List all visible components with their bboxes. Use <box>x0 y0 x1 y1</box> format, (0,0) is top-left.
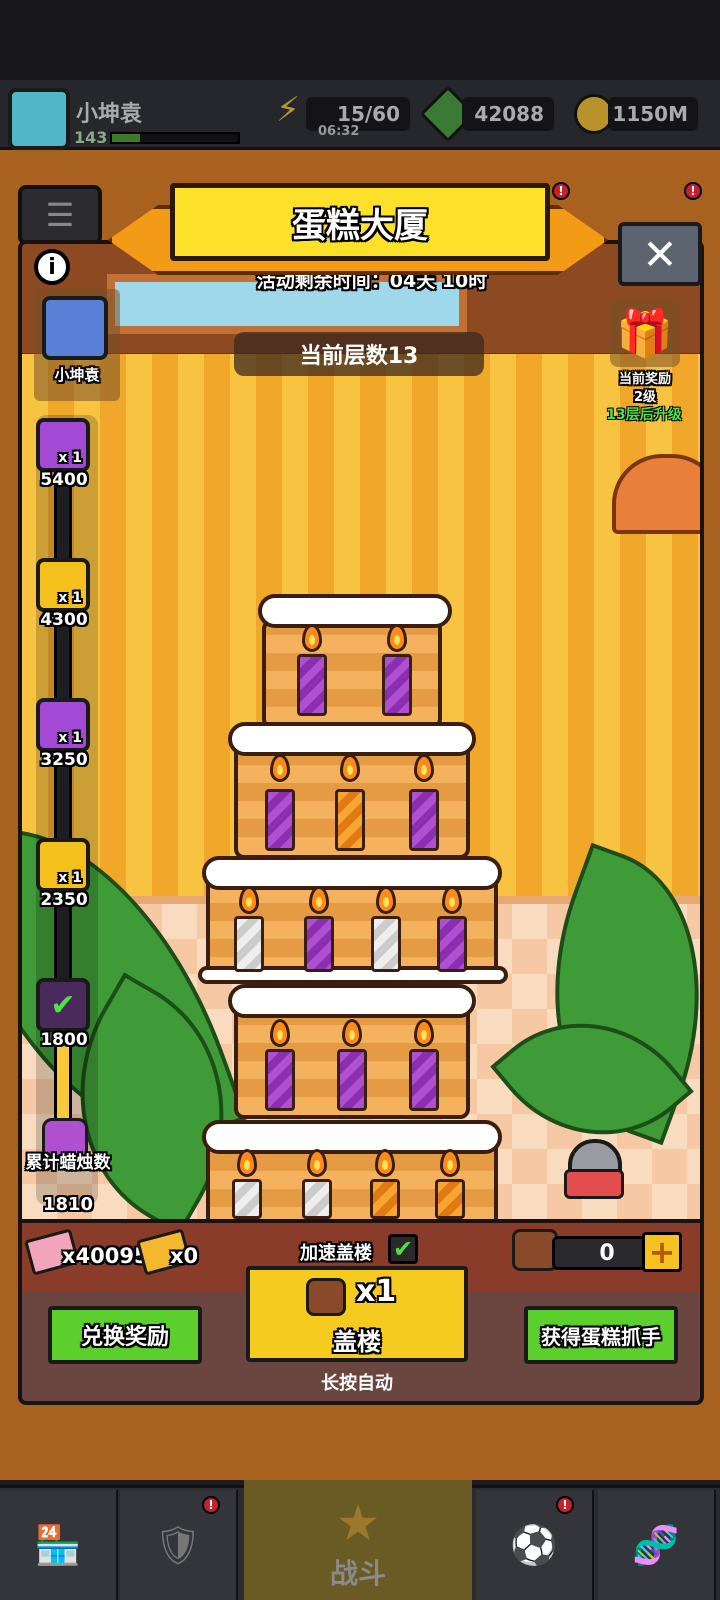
notification-badge: ! <box>684 182 702 200</box>
reward-value: 2350 <box>40 890 88 910</box>
candle-white <box>234 916 264 972</box>
reward-card-4300[interactable]: x 1 <box>36 558 90 612</box>
candle-orange <box>370 1179 400 1219</box>
current-floor: 当前层数13 <box>234 332 484 376</box>
flame <box>302 624 322 652</box>
gem-counter: 42088 <box>462 97 554 131</box>
flame <box>414 1019 434 1047</box>
energy-icon[interactable]: ⚡ <box>276 90 310 132</box>
candle-purple <box>437 916 467 972</box>
close-button[interactable]: ✕ <box>618 222 702 286</box>
cake-icing-2 <box>228 722 476 756</box>
candle-purple <box>409 1049 439 1111</box>
info-icon[interactable]: i <box>34 249 70 285</box>
build-grabber-icon <box>306 1278 346 1316</box>
energy-timer: 06:32 <box>318 124 360 139</box>
coin-counter: 1150M <box>608 97 698 131</box>
cake-icing-4 <box>228 984 476 1018</box>
notification-badge: ! <box>202 1496 220 1514</box>
reward-value: 3250 <box>40 750 88 770</box>
candle-purple <box>265 789 295 851</box>
ticket-gold-count: x0 <box>170 1244 199 1268</box>
candle-white <box>232 1179 262 1219</box>
reward-chest-3250[interactable]: x 1 <box>36 698 90 752</box>
build-multiplier: x1 <box>356 1274 397 1309</box>
candle-purple <box>382 654 412 716</box>
nav-shop-icon[interactable]: 🏪 <box>0 1490 118 1600</box>
xp-bar <box>110 132 240 144</box>
exchange-reward-button[interactable]: 兑换奖励 <box>48 1306 202 1364</box>
current-reward-level: 2级 <box>633 390 657 405</box>
flame <box>414 754 434 782</box>
candle-purple <box>337 1049 367 1111</box>
flame <box>376 886 396 914</box>
candle-purple <box>409 789 439 851</box>
current-reward-gift-icon[interactable]: 🎁 <box>610 299 680 367</box>
cake-tier-1 <box>262 619 442 729</box>
nav-battle-tab[interactable]: ★ 战斗 <box>244 1480 472 1600</box>
reward-chest-2350[interactable]: x 1 <box>36 838 90 892</box>
candle-total-value: 1810 <box>42 1194 94 1215</box>
reward-chest-5400[interactable]: x 1 <box>36 418 90 472</box>
player-card-name: 小坤袁 <box>54 366 100 384</box>
notification-badge: ! <box>556 1496 574 1514</box>
upgrade-hint: 13层后升级 <box>606 407 682 423</box>
nav-evolve-icon[interactable]: 🧬 <box>598 1490 716 1600</box>
system-status-bar <box>0 0 720 80</box>
flame <box>440 1149 460 1177</box>
nav-battle-label: 战斗 <box>329 1557 386 1590</box>
speed-build-label: 加速盖楼 <box>300 1243 372 1264</box>
candle-purple <box>265 1049 295 1111</box>
nav-equipment-icon[interactable]: 🛡 <box>120 1490 238 1600</box>
candle-white <box>302 1179 332 1219</box>
candle-orange <box>335 789 365 851</box>
player-avatar[interactable] <box>8 88 70 150</box>
flame <box>270 754 290 782</box>
build-label: 盖楼 <box>333 1328 381 1356</box>
flame <box>340 754 360 782</box>
player-name: 小坤袁 <box>76 102 143 127</box>
get-grabber-button[interactable]: 获得蛋糕抓手 <box>524 1306 678 1364</box>
player-card-avatar <box>42 296 108 360</box>
candle-total-label: 累计蜡烛数 <box>25 1153 111 1173</box>
menu-tab-icon[interactable]: ☰ <box>18 185 102 245</box>
candle-purple <box>304 916 334 972</box>
flame <box>309 886 329 914</box>
flame <box>239 886 259 914</box>
flame <box>342 1019 362 1047</box>
cake-icing-3 <box>202 856 502 890</box>
candle-white <box>371 916 401 972</box>
reward-claimed-1800: ✔ <box>36 978 90 1032</box>
flame <box>387 624 407 652</box>
flame <box>307 1149 327 1177</box>
cake-scene: i 活动剩余时间：04天 10时 当前层数13 小坤袁 🎁 当前奖励 2级 13… <box>22 244 700 1219</box>
hold-auto-hint: 长按自动 <box>321 1373 393 1394</box>
ticket-pink-count: x40095 <box>62 1244 149 1268</box>
add-grabber-button[interactable]: + <box>642 1232 682 1272</box>
build-button[interactable]: x1 盖楼 <box>246 1266 468 1362</box>
flame <box>237 1149 257 1177</box>
event-panel: i 活动剩余时间：04天 10时 当前层数13 小坤袁 🎁 当前奖励 2级 13… <box>18 240 704 1405</box>
reward-value: 5400 <box>40 470 88 490</box>
cake-icing-1 <box>258 594 452 628</box>
battle-star-icon: ★ <box>335 1494 381 1552</box>
candle-orange <box>435 1179 465 1219</box>
cat-cake <box>564 1169 624 1199</box>
current-reward-label: 当前奖励 <box>618 372 671 387</box>
flame <box>270 1019 290 1047</box>
flame <box>375 1149 395 1177</box>
flame <box>442 886 462 914</box>
reward-value: 1800 <box>40 1030 88 1050</box>
candle-purple <box>297 654 327 716</box>
reward-value: 4300 <box>40 610 88 630</box>
event-title: 蛋糕大厦 <box>170 183 550 261</box>
nav-talent-icon[interactable]: ⚽ <box>476 1490 594 1600</box>
player-level: 143 <box>74 128 108 147</box>
speed-build-checkbox[interactable]: ✔ <box>388 1234 418 1264</box>
notification-badge: ! <box>552 182 570 200</box>
